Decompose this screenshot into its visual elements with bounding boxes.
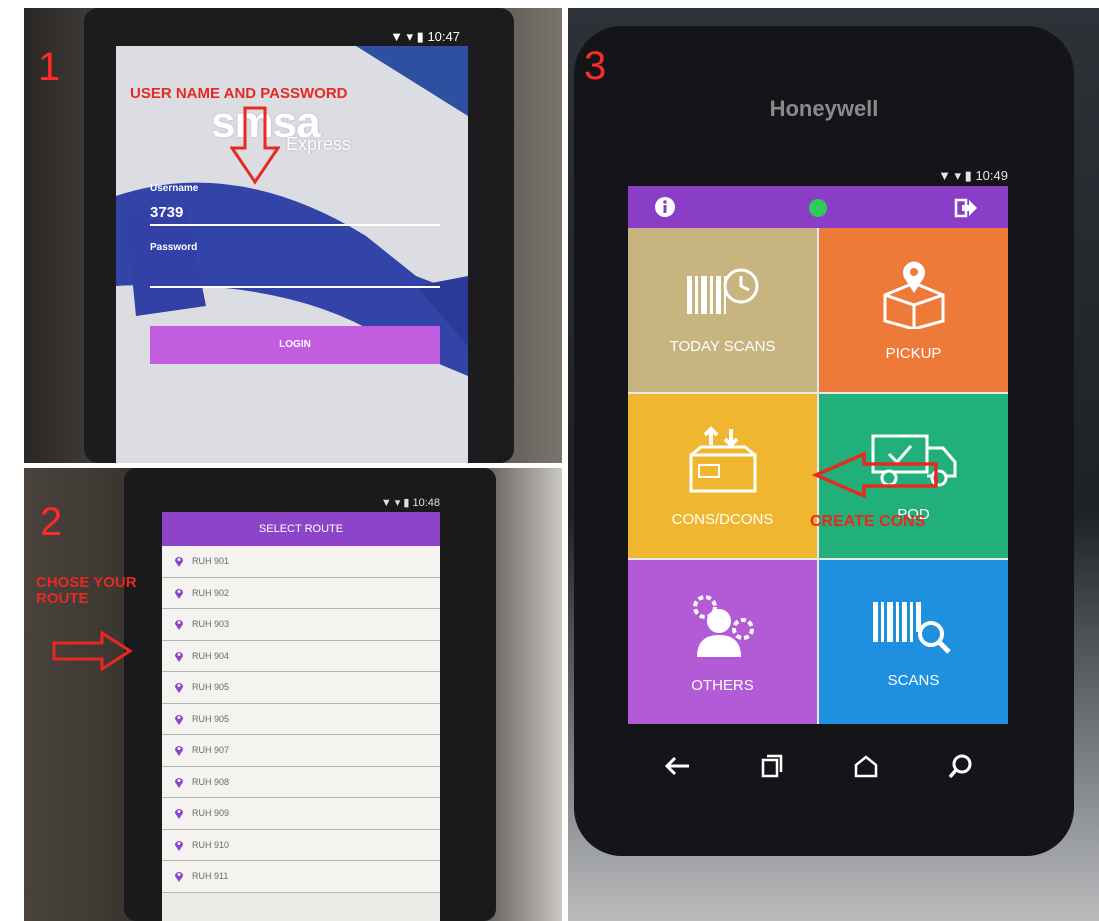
info-icon[interactable] [654, 196, 676, 218]
route-label: RUH 905 [192, 713, 230, 724]
panel-login: ▼ ▾ ▮ 10:47 smsa Express Username 3739 P… [24, 8, 562, 463]
status-time: 10:47 [427, 29, 460, 44]
app-logo-sub: Express [286, 134, 352, 154]
password-label: Password [150, 242, 198, 253]
device-brand: Honeywell [769, 96, 879, 121]
annotation-credentials: USER NAME AND PASSWORD [130, 85, 348, 102]
route-label: RUH 911 [192, 871, 229, 882]
step-number-1: 1 [38, 45, 61, 89]
location-pin-icon [175, 777, 183, 788]
back-icon[interactable] [663, 754, 691, 778]
route-label: RUH 901 [192, 556, 230, 567]
step-number-2: 2 [40, 500, 63, 544]
route-label: RUH 905 [192, 682, 230, 693]
route-item[interactable]: RUH 902 [162, 577, 440, 609]
down-arrow-callout [230, 106, 280, 185]
route-header: SELECT ROUTE [162, 512, 440, 546]
tile-scans[interactable]: SCANS [819, 560, 1008, 724]
left-arrow-callout [812, 451, 938, 499]
tile-others[interactable]: OTHERS [628, 560, 817, 724]
route-label: RUH 902 [192, 587, 230, 598]
login-button[interactable]: LOGIN [150, 326, 440, 364]
location-pin-icon [175, 651, 183, 662]
username-label: Username [150, 183, 199, 194]
annotation-route: CHOSE YOUR ROUTE [36, 574, 137, 607]
route-item[interactable]: RUH 908 [162, 766, 440, 798]
box-pin-icon [883, 261, 944, 329]
connection-status-icon [809, 199, 827, 217]
tile-label: OTHERS [691, 676, 754, 694]
search-icon[interactable] [948, 753, 974, 779]
route-label: RUH 907 [192, 745, 230, 756]
route-list: RUH 901 RUH 902 RUH 903 RUH 904 RUH 905 RUH 9… [162, 546, 440, 893]
username-field[interactable]: 3739 [150, 204, 183, 221]
route-item[interactable]: RUH 901 [162, 546, 440, 578]
route-label: RUH 910 [192, 839, 230, 850]
tile-label: TODAY SCANS [669, 337, 776, 355]
route-item[interactable]: RUH 904 [162, 640, 440, 672]
route-item[interactable]: RUH 903 [162, 609, 440, 641]
route-label: RUH 904 [192, 650, 230, 661]
recents-icon[interactable] [760, 754, 784, 778]
location-pin-icon [175, 557, 183, 568]
people-gear-icon [692, 594, 754, 657]
tile-label: PICKUP [885, 344, 942, 362]
route-item[interactable]: RUH 907 [162, 735, 440, 767]
home-icon[interactable] [853, 754, 879, 778]
step-number-3: 3 [584, 44, 607, 88]
android-nav-bar [628, 741, 1008, 791]
route-item[interactable]: RUH 905 [162, 703, 440, 735]
route-label: RUH 908 [192, 776, 230, 787]
barcode-search-icon [872, 601, 951, 654]
location-pin-icon [175, 872, 183, 883]
location-pin-icon [175, 809, 183, 820]
collage: ▼ ▾ ▮ 10:47 smsa Express Username 3739 P… [0, 0, 1099, 921]
tile-cons-dcons[interactable]: CONS/DCONS [628, 394, 817, 558]
tile-today-scans[interactable]: TODAY SCANS [628, 228, 817, 392]
panel-route: ▼ ▾ ▮ 10:48 SELECT ROUTE RUH 901 RUH 902 R… [24, 468, 562, 921]
route-item[interactable]: RUH 905 [162, 672, 440, 704]
tile-label: CONS/DCONS [671, 510, 774, 528]
location-pin-icon [175, 683, 183, 694]
location-pin-icon [175, 840, 183, 851]
barcode-clock-icon [686, 268, 758, 314]
right-arrow-callout [52, 631, 133, 671]
status-time: 10:48 [412, 497, 440, 509]
route-item[interactable]: RUH 911 [162, 861, 440, 893]
location-pin-icon [175, 714, 183, 725]
status-bar: ▼ ▾ ▮ 10:49 [938, 168, 1008, 183]
logout-icon[interactable] [954, 197, 978, 219]
status-time: 10:49 [975, 168, 1008, 183]
box-arrows-icon [689, 425, 756, 492]
location-pin-icon [175, 588, 183, 599]
route-label: RUH 903 [192, 619, 230, 630]
tile-pickup[interactable]: PICKUP [819, 228, 1008, 392]
login-screen: smsa Express Username 3739 Password LOGI… [116, 46, 468, 463]
app-toolbar [628, 186, 1008, 228]
tile-label: SCANS [887, 671, 940, 689]
route-item[interactable]: RUH 910 [162, 829, 440, 861]
location-pin-icon [175, 620, 183, 631]
annotation-create-cons: CREATE CONS [810, 513, 926, 530]
route-label: RUH 909 [192, 808, 230, 819]
route-item[interactable]: RUH 909 [162, 798, 440, 830]
status-bar: ▼ ▾ ▮ 10:48 [380, 497, 440, 509]
status-bar: ▼ ▾ ▮ 10:47 [390, 29, 460, 44]
password-field[interactable] [150, 286, 440, 288]
route-screen: SELECT ROUTE RUH 901 RUH 902 RUH 903 RUH 90… [162, 512, 440, 921]
username-underline [150, 224, 440, 226]
phone-body: Honeywell ▼ ▾ ▮ 10:49 TODAY SCANS PICKUP C… [574, 26, 1074, 856]
location-pin-icon [175, 746, 183, 757]
